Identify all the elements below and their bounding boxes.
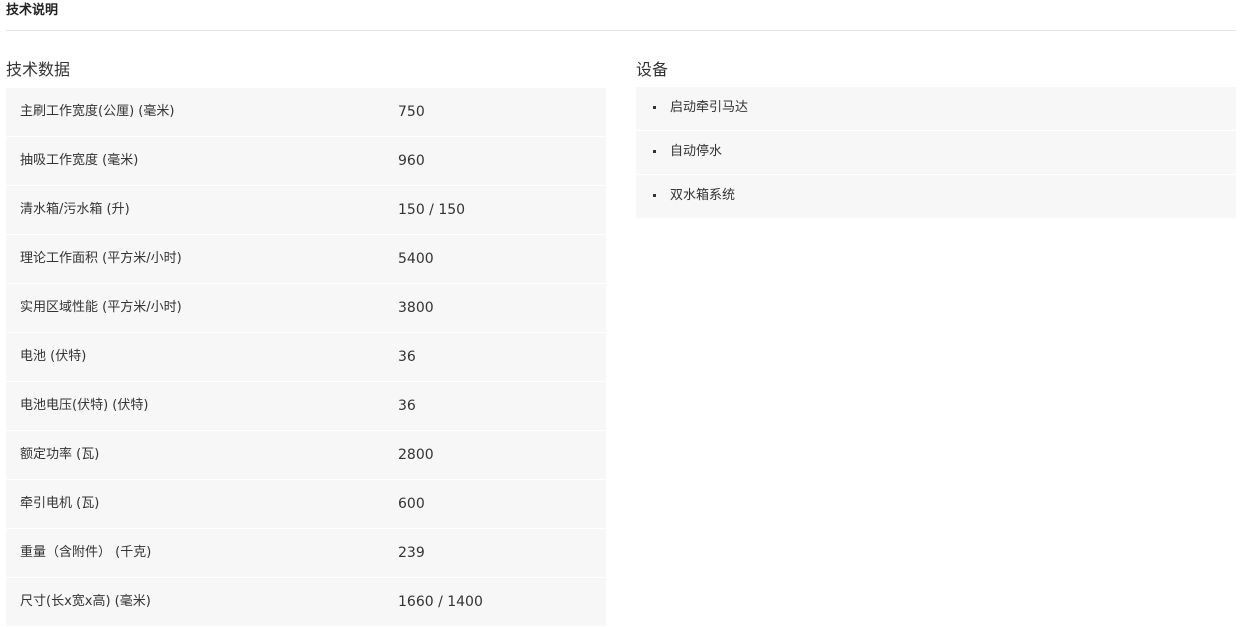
equipment-item-label: 双水箱系统: [670, 188, 736, 203]
spec-value: 239: [398, 545, 425, 561]
spec-value: 36: [398, 349, 416, 365]
page-header: 技术说明: [6, 0, 1236, 31]
spec-value: 150 / 150: [398, 202, 466, 218]
spec-row: 牵引电机 (瓦) 600: [6, 480, 606, 529]
spec-value: 2800: [398, 447, 434, 463]
spec-label: 额定功率 (瓦): [20, 447, 100, 462]
equipment-heading: 设备: [636, 60, 669, 79]
spec-row: 主刷工作宽度(公厘) (毫米) 750: [6, 88, 606, 137]
spec-row: 重量（含附件） (千克) 239: [6, 529, 606, 578]
spec-value: 36: [398, 398, 416, 414]
spec-row: 额定功率 (瓦) 2800: [6, 431, 606, 480]
spec-row: 电池电压(伏特) (伏特) 36: [6, 382, 606, 431]
spec-value: 1660 / 1400: [398, 594, 483, 610]
bullet-icon: [653, 106, 656, 109]
specs-table: 主刷工作宽度(公厘) (毫米) 750 抽吸工作宽度 (毫米) 960 清水箱/…: [6, 88, 606, 627]
spec-row: 清水箱/污水箱 (升) 150 / 150: [6, 186, 606, 235]
spec-label: 理论工作面积 (平方米/小时): [20, 251, 182, 266]
equipment-list: 启动牵引马达 自动停水 双水箱系统: [636, 87, 1236, 219]
spec-label: 电池 (伏特): [20, 349, 87, 364]
spec-label: 电池电压(伏特) (伏特): [20, 398, 149, 413]
spec-row: 理论工作面积 (平方米/小时) 5400: [6, 235, 606, 284]
spec-row: 抽吸工作宽度 (毫米) 960: [6, 137, 606, 186]
spec-label: 主刷工作宽度(公厘) (毫米): [20, 104, 175, 119]
equipment-item-label: 自动停水: [670, 144, 723, 159]
spec-value: 960: [398, 153, 425, 169]
spec-value: 750: [398, 104, 425, 120]
spec-label: 清水箱/污水箱 (升): [20, 202, 130, 217]
spec-row: 实用区域性能 (平方米/小时) 3800: [6, 284, 606, 333]
spec-label: 牵引电机 (瓦): [20, 496, 100, 511]
spec-value: 600: [398, 496, 425, 512]
equipment-item: 启动牵引马达: [636, 87, 1236, 131]
equipment-item: 自动停水: [636, 131, 1236, 175]
specs-heading: 技术数据: [6, 60, 71, 79]
spec-label: 尺寸(长x宽x高) (毫米): [20, 594, 151, 609]
bullet-icon: [653, 194, 656, 197]
spec-label: 抽吸工作宽度 (毫米): [20, 153, 139, 168]
equipment-item: 双水箱系统: [636, 175, 1236, 219]
spec-value: 5400: [398, 251, 434, 267]
spec-row: 尺寸(长x宽x高) (毫米) 1660 / 1400: [6, 578, 606, 627]
spec-label: 重量（含附件） (千克): [20, 545, 152, 560]
page-title: 技术说明: [6, 3, 59, 18]
equipment-item-label: 启动牵引马达: [670, 100, 749, 115]
spec-label: 实用区域性能 (平方米/小时): [20, 300, 182, 315]
spec-value: 3800: [398, 300, 434, 316]
spec-row: 电池 (伏特) 36: [6, 333, 606, 382]
bullet-icon: [653, 150, 656, 153]
